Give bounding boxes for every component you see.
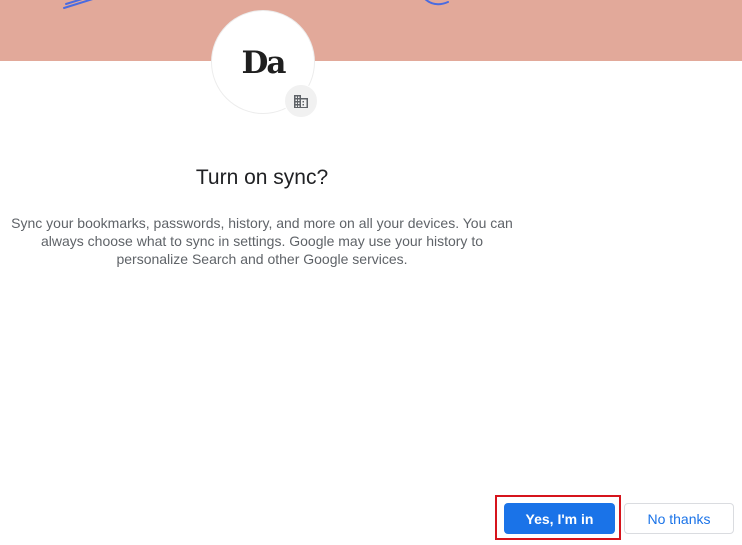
banner-decoration <box>63 0 449 9</box>
header-banner <box>0 0 742 61</box>
sync-dialog: Da Turn on sync? Sync your bookmarks, pa… <box>0 0 742 545</box>
dialog-title: Turn on sync? <box>195 166 329 189</box>
building-icon <box>284 84 318 118</box>
dialog-description: Sync your bookmarks, passwords, history,… <box>11 215 513 267</box>
confirm-sync-button[interactable]: Yes, I'm in <box>504 503 615 534</box>
account-logo: Da <box>241 45 287 81</box>
decline-sync-button[interactable]: No thanks <box>624 503 734 534</box>
